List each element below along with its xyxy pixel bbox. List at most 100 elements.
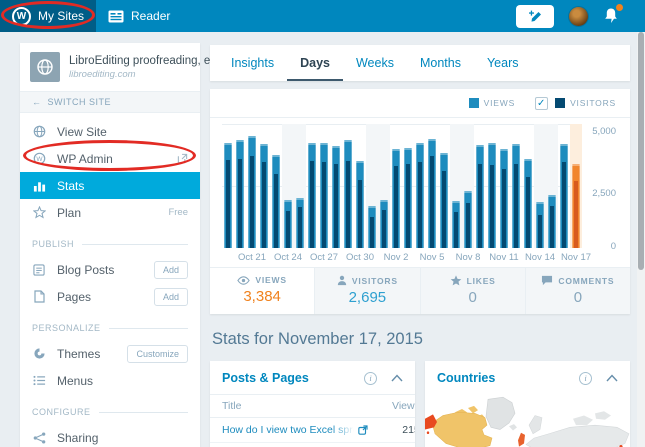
info-icon[interactable]: i bbox=[364, 371, 377, 385]
legend-visitors[interactable]: ✓ VISITORS bbox=[535, 96, 616, 110]
tab-months[interactable]: Months bbox=[407, 45, 474, 81]
site-title: LibroEditing proofreading, ed... bbox=[69, 54, 227, 67]
x-axis-label: Nov 14 bbox=[524, 252, 556, 263]
stats-summary: VIEWS 3,384 VISITORS 2,695 LIKES 0 COMME… bbox=[210, 267, 630, 314]
chart-bar[interactable] bbox=[270, 124, 282, 248]
sidebar-item-plan[interactable]: Plan Free bbox=[20, 199, 200, 226]
chart-y-axis: 5,000 2,500 0 bbox=[592, 126, 616, 252]
sidebar-menu: View Site W WP Admin Stats Plan Free PUB… bbox=[20, 113, 200, 447]
chart-bar[interactable] bbox=[462, 124, 474, 248]
chart-bar[interactable] bbox=[522, 124, 534, 248]
chart-bar[interactable] bbox=[510, 124, 522, 248]
chart-bar[interactable] bbox=[306, 124, 318, 248]
countries-card: Countries i bbox=[425, 361, 630, 447]
chart-bar[interactable] bbox=[426, 124, 438, 248]
sidebar: LibroEditing proofreading, ed... libroed… bbox=[20, 43, 226, 447]
sidebar-item-pages[interactable]: Pages Add bbox=[20, 283, 200, 310]
chart-bar[interactable] bbox=[222, 124, 234, 248]
sidebar-item-wp-admin[interactable]: W WP Admin bbox=[20, 145, 200, 172]
table-row[interactable]: How do I view two Excel spreadshee 215 bbox=[210, 417, 415, 443]
likes-star-icon bbox=[450, 275, 461, 286]
plan-badge: Free bbox=[168, 207, 188, 218]
chart-bar[interactable] bbox=[534, 124, 546, 248]
summary-visitors[interactable]: VISITORS 2,695 bbox=[314, 268, 420, 314]
chart-bar[interactable] bbox=[558, 124, 570, 248]
notifications-button[interactable] bbox=[603, 4, 623, 25]
globe-icon bbox=[32, 125, 46, 138]
user-avatar[interactable] bbox=[569, 6, 588, 26]
star-icon bbox=[32, 206, 46, 219]
likes-value: 0 bbox=[468, 289, 477, 306]
summary-views[interactable]: VIEWS 3,384 bbox=[210, 268, 315, 314]
chart-bar[interactable] bbox=[282, 124, 294, 248]
posts-pages-card: Posts & Pages i Title Views bbox=[210, 361, 415, 447]
chart-bar[interactable] bbox=[546, 124, 558, 248]
add-blog-post-button[interactable]: Add bbox=[153, 260, 188, 279]
chart-bar[interactable] bbox=[378, 124, 390, 248]
chevron-up-icon[interactable] bbox=[391, 374, 403, 382]
chart-bar[interactable] bbox=[498, 124, 510, 248]
chart-bar[interactable] bbox=[318, 124, 330, 248]
countries-title[interactable]: Countries bbox=[437, 371, 495, 385]
chart-bar[interactable] bbox=[390, 124, 402, 248]
chart-bar[interactable] bbox=[570, 124, 582, 248]
chart-bar[interactable] bbox=[258, 124, 270, 248]
summary-comments[interactable]: COMMENTS 0 bbox=[524, 268, 630, 314]
main-content: Insights Days Weeks Months Years VIEWS ✓… bbox=[205, 32, 645, 447]
current-site-card[interactable]: LibroEditing proofreading, ed... libroed… bbox=[20, 43, 226, 91]
x-axis-label: Oct 21 bbox=[238, 252, 266, 263]
info-icon[interactable]: i bbox=[579, 371, 592, 385]
chart-bar[interactable] bbox=[234, 124, 246, 248]
scrollbar-thumb[interactable] bbox=[638, 32, 644, 270]
stats-icon bbox=[32, 180, 46, 192]
wordpress-icon: W bbox=[32, 152, 46, 165]
chart-bar[interactable] bbox=[414, 124, 426, 248]
switch-site-button[interactable]: ← SWITCH SITE bbox=[20, 91, 200, 113]
chart-bar[interactable] bbox=[294, 124, 306, 248]
chart-x-axis: Oct 21 Oct 24 Oct 27 Oct 30 Nov 2 Nov 5 Nov 8 N… bbox=[222, 250, 591, 267]
chart-bar[interactable] bbox=[486, 124, 498, 248]
chart-bar[interactable] bbox=[330, 124, 342, 248]
chart-bar[interactable] bbox=[474, 124, 486, 248]
wordpress-logo-icon: W bbox=[12, 6, 31, 26]
chart-bar[interactable] bbox=[354, 124, 366, 248]
views-value: 3,384 bbox=[243, 288, 281, 305]
col-views: Views bbox=[380, 394, 415, 418]
chart-bar[interactable] bbox=[342, 124, 354, 248]
posts-icon bbox=[32, 263, 46, 276]
sidebar-item-view-site[interactable]: View Site bbox=[20, 118, 200, 145]
sidebar-item-stats[interactable]: Stats bbox=[20, 172, 200, 199]
reader-button[interactable]: Reader bbox=[96, 0, 182, 32]
chart-bar[interactable] bbox=[450, 124, 462, 248]
back-arrow-icon: ← bbox=[32, 97, 42, 107]
chart-bar[interactable] bbox=[438, 124, 450, 248]
customize-theme-button[interactable]: Customize bbox=[127, 344, 188, 363]
chevron-up-icon[interactable] bbox=[606, 374, 618, 382]
chart-bar[interactable] bbox=[246, 124, 258, 248]
tab-insights[interactable]: Insights bbox=[218, 45, 287, 81]
my-sites-button[interactable]: W My Sites bbox=[0, 0, 97, 32]
themes-icon bbox=[32, 347, 46, 360]
posts-pages-title[interactable]: Posts & Pages bbox=[222, 371, 309, 385]
sidebar-item-menus[interactable]: Menus bbox=[20, 367, 200, 394]
tab-days[interactable]: Days bbox=[287, 45, 343, 81]
stats-period-tabs: Insights Days Weeks Months Years bbox=[210, 45, 630, 81]
add-page-button[interactable]: Add bbox=[153, 287, 188, 306]
tab-weeks[interactable]: Weeks bbox=[343, 45, 407, 81]
new-post-pencil-icon bbox=[529, 10, 541, 22]
new-post-button[interactable] bbox=[516, 4, 554, 28]
visitors-checkbox[interactable]: ✓ bbox=[535, 96, 549, 110]
tab-years[interactable]: Years bbox=[474, 45, 532, 81]
sidebar-item-blog-posts[interactable]: Blog Posts Add bbox=[20, 256, 200, 283]
scrollbar[interactable] bbox=[637, 32, 645, 447]
legend-views[interactable]: VIEWS bbox=[468, 98, 515, 108]
sidebar-item-themes[interactable]: Themes Customize bbox=[20, 340, 200, 367]
table-row[interactable]: Table of figures and table of tables 157 bbox=[210, 442, 415, 447]
my-sites-label: My Sites bbox=[38, 9, 85, 23]
sidebar-item-sharing[interactable]: Sharing bbox=[20, 424, 200, 447]
post-views: 157 bbox=[380, 442, 415, 447]
chart-bar[interactable] bbox=[366, 124, 378, 248]
chart-bar[interactable] bbox=[402, 124, 414, 248]
post-link[interactable]: How do I view two Excel spreadshee bbox=[222, 424, 368, 436]
summary-likes[interactable]: LIKES 0 bbox=[419, 268, 525, 314]
